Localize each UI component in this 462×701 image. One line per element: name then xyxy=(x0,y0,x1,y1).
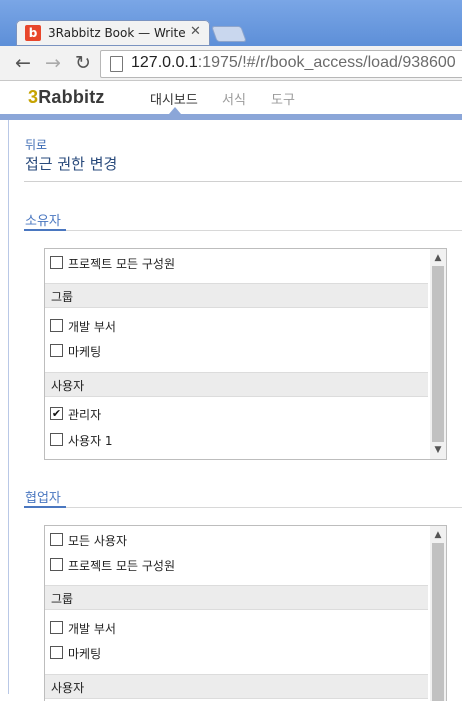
collab-section-title: 협업자 xyxy=(25,491,61,506)
active-menu-indicator xyxy=(169,107,181,114)
item-label: 개발 부서 xyxy=(68,320,116,334)
list-item[interactable]: 마케팅 xyxy=(45,640,428,665)
checkbox[interactable] xyxy=(50,344,63,357)
list-item[interactable]: 마케팅 xyxy=(45,338,428,363)
scroll-up-icon[interactable]: ▲ xyxy=(430,527,446,543)
group-header-label: 사용자 xyxy=(51,379,85,393)
group-header: 사용자 xyxy=(45,372,428,397)
group-header: 사용자 xyxy=(45,674,428,699)
checkbox[interactable] xyxy=(50,558,63,571)
list-item[interactable]: 모든 사용자 xyxy=(45,527,428,552)
group-header-label: 사용자 xyxy=(51,681,85,695)
checkbox[interactable] xyxy=(50,621,63,634)
item-label: 마케팅 xyxy=(68,647,102,661)
checkbox[interactable] xyxy=(50,646,63,659)
owner-section-title: 소유자 xyxy=(25,214,61,229)
list-item[interactable]: 프로젝트 모든 구성원 xyxy=(45,552,428,577)
group-header-label: 그룹 xyxy=(51,592,74,606)
collab-listbox[interactable]: 모든 사용자 프로젝트 모든 구성원 그룹 개발 부서 마케팅 사용자 ▲ xyxy=(44,525,447,701)
checkbox[interactable] xyxy=(50,533,63,546)
list-item[interactable]: 사용자 1 xyxy=(45,427,428,452)
item-label: 프로젝트 모든 구성원 xyxy=(68,559,175,573)
owner-section-rule xyxy=(24,230,462,231)
address-bar[interactable]: 127.0.0.1:1975/!#/r/book_access/load/938… xyxy=(100,50,462,78)
back-arrow-icon[interactable]: ← xyxy=(12,52,34,74)
scrollbar[interactable]: ▲ ▼ xyxy=(430,249,446,459)
item-label: 모든 사용자 xyxy=(68,534,128,548)
forward-arrow-icon[interactable]: → xyxy=(42,52,64,74)
new-tab-button[interactable] xyxy=(211,26,247,42)
collab-section-rule xyxy=(24,507,462,508)
item-label: 사용자 1 xyxy=(68,434,113,448)
checkbox-checked[interactable]: ✔ xyxy=(50,407,63,420)
favicon-icon: b xyxy=(25,25,41,41)
checkbox[interactable] xyxy=(50,433,63,446)
checkbox[interactable] xyxy=(50,319,63,332)
item-label: 프로젝트 모든 구성원 xyxy=(68,257,175,271)
owner-section-underline xyxy=(24,229,66,231)
checkbox[interactable] xyxy=(50,256,63,269)
list-item[interactable]: 개발 부서 xyxy=(45,615,428,640)
header-divider xyxy=(0,114,462,120)
tab-close-icon[interactable]: ✕ xyxy=(190,24,201,39)
item-label: 마케팅 xyxy=(68,345,102,359)
owner-listbox[interactable]: 프로젝트 모든 구성원 그룹 개발 부서 마케팅 사용자 ✔ 관리자 사용자 1… xyxy=(44,248,447,460)
browser-tab[interactable]: b 3Rabbitz Book — Write d ✕ xyxy=(16,20,210,46)
back-link[interactable]: 뒤로 xyxy=(25,136,47,153)
menu-templates[interactable]: 서식 xyxy=(222,89,246,108)
menu-dashboard[interactable]: 대시보드 xyxy=(150,89,198,108)
tab-title: 3Rabbitz Book — Write d xyxy=(48,26,188,40)
page-title: 접근 권한 변경 xyxy=(25,155,118,173)
scroll-up-icon[interactable]: ▲ xyxy=(430,250,446,266)
browser-tabbar: b 3Rabbitz Book — Write d ✕ xyxy=(0,0,462,46)
page-icon xyxy=(110,56,123,72)
item-label: 개발 부서 xyxy=(68,622,116,636)
browser-toolbar: ← → ↻ 127.0.0.1:1975/!#/r/book_access/lo… xyxy=(0,46,462,81)
left-border xyxy=(8,120,9,694)
item-label: 관리자 xyxy=(68,408,102,422)
reload-icon[interactable]: ↻ xyxy=(72,52,94,74)
scroll-down-icon[interactable]: ▼ xyxy=(430,442,446,458)
collab-section-underline xyxy=(24,506,66,508)
app-header: 3Rabbitz 대시보드 서식 도구 xyxy=(0,81,462,114)
group-header: 그룹 xyxy=(45,283,428,308)
group-header: 그룹 xyxy=(45,585,428,610)
scroll-thumb[interactable] xyxy=(432,266,444,442)
logo[interactable]: 3Rabbitz xyxy=(28,87,105,108)
title-divider xyxy=(24,181,462,182)
list-item[interactable]: ✔ 관리자 xyxy=(45,401,428,426)
list-item[interactable]: 프로젝트 모든 구성원 xyxy=(45,250,428,275)
scrollbar[interactable]: ▲ xyxy=(430,526,446,701)
group-header-label: 그룹 xyxy=(51,290,74,304)
scroll-thumb[interactable] xyxy=(432,543,444,701)
list-item[interactable]: 개발 부서 xyxy=(45,313,428,338)
menu-tools[interactable]: 도구 xyxy=(271,89,295,108)
url-text: 127.0.0.1:1975/!#/r/book_access/load/938… xyxy=(131,54,456,71)
